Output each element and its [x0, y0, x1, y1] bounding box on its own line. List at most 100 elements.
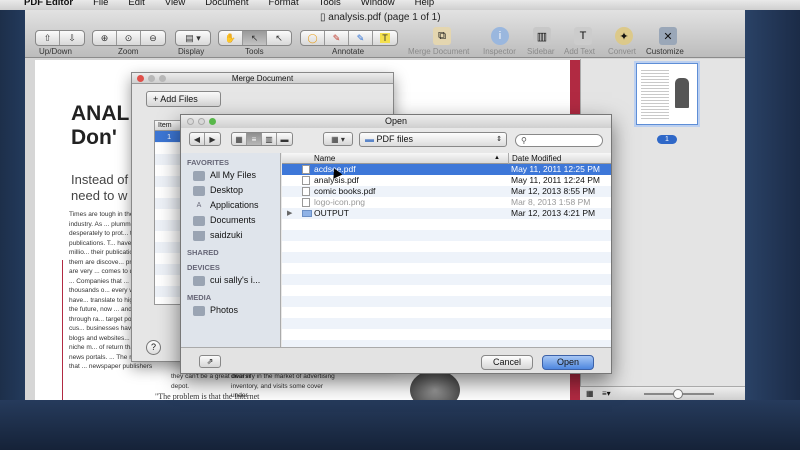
sidebar-item-documents[interactable]: Documents: [181, 213, 280, 228]
hand-tool-button[interactable]: ✋: [219, 31, 243, 45]
location-popup[interactable]: ▬ PDF files ⇕: [359, 132, 507, 147]
coverflow-view-button[interactable]: ▬: [277, 133, 292, 145]
column-view-button[interactable]: ▥: [262, 133, 277, 145]
sidebar-item-applications[interactable]: A Applications: [181, 198, 280, 213]
updown-label: Up/Down: [39, 47, 72, 56]
icon-view-button[interactable]: ▦: [232, 133, 247, 145]
customize-button[interactable]: Customize: [646, 47, 684, 56]
display-control[interactable]: ▤ ▾: [175, 30, 211, 46]
search-input[interactable]: ⚲: [515, 134, 603, 147]
text-select-tool-button[interactable]: ↖: [267, 31, 291, 45]
add-text-button[interactable]: Add Text: [564, 47, 595, 56]
hand-icon: ✋: [224, 32, 237, 43]
merge-document-icon[interactable]: ⧉: [433, 27, 451, 45]
annotate-control: ◯ ✎ ✎ T: [300, 30, 398, 46]
menu-document[interactable]: Document: [205, 0, 248, 8]
table-row[interactable]: 1: [155, 131, 183, 142]
zoom-control: ⊕ ⊙ ⊖: [92, 30, 166, 46]
sidebar-item-device[interactable]: cui sally's i...: [181, 273, 280, 288]
menu-file[interactable]: File: [93, 0, 108, 8]
devices-header: DEVICES: [187, 263, 220, 272]
grid-view-icon[interactable]: ▦: [586, 389, 594, 398]
icon-view-icon: ▦: [235, 134, 243, 144]
zoom-in-button[interactable]: ⊕: [93, 31, 117, 45]
sidebar-button[interactable]: Sidebar: [527, 47, 555, 56]
back-forward-control: ◀ ▶: [189, 132, 221, 146]
tools-customize-icon[interactable]: ✕: [659, 27, 677, 45]
pointer-icon: ↖: [250, 32, 259, 43]
convert-icon[interactable]: ✦: [615, 27, 633, 45]
file-row-comic-books[interactable]: comic books.pdf Mar 12, 2013 8:55 PM: [282, 186, 611, 197]
desktop-background-bottom: [0, 400, 800, 450]
name-column-header[interactable]: Name: [314, 153, 335, 164]
add-text-icon[interactable]: T: [574, 27, 592, 45]
sidebar-icon[interactable]: ▥: [533, 27, 551, 45]
file-row-output-folder[interactable]: ▶ OUTPUT Mar 12, 2013 4:21 PM: [282, 208, 611, 219]
zoom-out-button[interactable]: ⊖: [141, 31, 165, 45]
pen-icon: ✎: [332, 32, 341, 43]
down-arrow-icon: ⇩: [68, 32, 76, 43]
select-tool-button[interactable]: ↖: [243, 31, 267, 45]
menu-help[interactable]: Help: [415, 0, 435, 8]
menu-tools[interactable]: Tools: [319, 0, 341, 8]
text-tool-button[interactable]: T: [373, 31, 397, 45]
back-button[interactable]: ◀: [190, 133, 205, 145]
help-button[interactable]: ?: [146, 340, 161, 355]
menu-view[interactable]: View: [165, 0, 185, 8]
tools-control: ✋ ↖ ↖: [218, 30, 292, 46]
convert-button[interactable]: Convert: [608, 47, 636, 56]
page-thumbnail[interactable]: [636, 63, 698, 125]
menu-edit[interactable]: Edit: [128, 0, 144, 8]
date-column-header[interactable]: Date Modified: [508, 153, 561, 164]
up-arrow-icon: ⇧: [43, 32, 52, 43]
share-button[interactable]: ⇗: [199, 355, 221, 368]
highlight-tool-button[interactable]: ✎: [349, 31, 373, 45]
arrange-control[interactable]: ▦ ▾: [323, 132, 353, 146]
forward-button[interactable]: ▶: [205, 133, 220, 145]
minimize-icon[interactable]: [148, 75, 155, 82]
menu-app-name[interactable]: PDF Editor: [24, 0, 73, 8]
image-file-icon: [302, 198, 310, 207]
sidebar-item-all-my-files[interactable]: All My Files: [181, 168, 280, 183]
add-files-button[interactable]: + Add Files: [146, 91, 221, 107]
close-icon[interactable]: [187, 118, 194, 125]
info-icon[interactable]: i: [491, 27, 509, 45]
page-up-button[interactable]: ⇧: [36, 31, 60, 45]
page-down-button[interactable]: ⇩: [60, 31, 84, 45]
menu-window[interactable]: Window: [361, 0, 395, 8]
merge-document-button[interactable]: Merge Document: [408, 47, 469, 56]
sidebar-item-home[interactable]: saidzuki: [181, 228, 280, 243]
zoom-window-icon[interactable]: [209, 118, 216, 125]
file-list-header: Name ▲ Date Modified: [282, 153, 611, 164]
desktop-icon: [193, 185, 205, 196]
disclosure-triangle-icon[interactable]: ▶: [287, 208, 292, 219]
arrange-button[interactable]: ▦ ▾: [324, 133, 352, 145]
close-icon[interactable]: [137, 75, 144, 82]
finder-sidebar: FAVORITES All My Files Desktop A Applicat…: [181, 153, 281, 347]
camera-icon: [193, 305, 205, 316]
slider-knob[interactable]: [673, 389, 683, 399]
media-header: MEDIA: [187, 293, 212, 302]
note-tool-button[interactable]: ◯: [301, 31, 325, 45]
zoom-icon: ⊙: [124, 32, 133, 43]
zoom-actual-button[interactable]: ⊙: [117, 31, 141, 45]
back-arrow-icon: ◀: [193, 134, 201, 144]
sidebar-item-desktop[interactable]: Desktop: [181, 183, 280, 198]
list-view-button[interactable]: ≡: [247, 133, 262, 145]
list-view-icon[interactable]: ≡▾: [602, 389, 611, 398]
item-column-header[interactable]: Item: [155, 121, 183, 131]
window-toolbar: ▯ analysis.pdf (page 1 of 1) ⇧ ⇩ Up/Down…: [25, 10, 745, 58]
inspector-button[interactable]: Inspector: [483, 47, 516, 56]
article-intro-2: need to w: [71, 188, 128, 203]
pen-tool-button[interactable]: ✎: [325, 31, 349, 45]
sidebar-item-photos[interactable]: Photos: [181, 303, 280, 318]
display-mode-button[interactable]: ▤ ▾: [176, 31, 210, 45]
pdf-file-icon: [302, 176, 310, 185]
menu-format[interactable]: Format: [269, 0, 299, 8]
minimize-icon[interactable]: [198, 118, 205, 125]
zoom-window-icon[interactable]: [159, 75, 166, 82]
updown-control: ⇧ ⇩: [35, 30, 85, 46]
popup-arrows-icon: ⇕: [496, 136, 502, 143]
open-button[interactable]: Open: [542, 355, 594, 370]
cancel-button[interactable]: Cancel: [481, 355, 533, 370]
